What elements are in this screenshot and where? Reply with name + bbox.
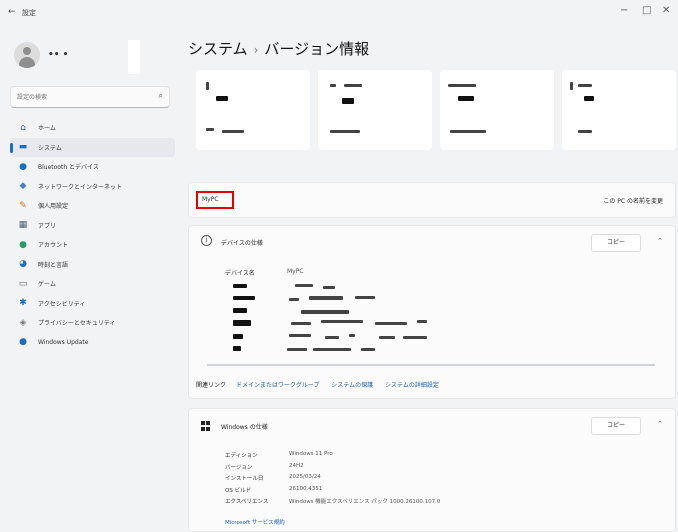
user-profile[interactable]: •• • bbox=[14, 40, 144, 80]
summary-tile-storage bbox=[562, 70, 676, 150]
summary-tile-processor bbox=[318, 70, 432, 150]
windows-logo-icon bbox=[201, 421, 211, 431]
copy-device-specs-button[interactable]: コピー bbox=[591, 234, 641, 252]
sidebar-item-7[interactable]: ◕ 時刻と言語 bbox=[10, 255, 175, 275]
spec-row: エディション Windows 11 Pro bbox=[225, 451, 440, 463]
sidebar-item-label: 時刻と言語 bbox=[38, 261, 69, 269]
shield-icon: ◈ bbox=[19, 317, 27, 328]
title-bar: ← 設定 − □ ✕ bbox=[0, 0, 678, 26]
windows-specs-title: Windows の仕様 bbox=[221, 424, 268, 431]
sidebar-nav: ⌂ ホーム ▬ システム ● Bluetooth とデバイス ◆ ネットワークとインターネット… bbox=[10, 118, 175, 352]
sidebar-item-4[interactable]: ✎ 個人用設定 bbox=[10, 196, 175, 216]
pen-icon: ✎ bbox=[19, 200, 27, 211]
link-advanced-system-settings[interactable]: システムの詳細設定 bbox=[385, 382, 439, 389]
sidebar-item-8[interactable]: ▭ ゲーム bbox=[10, 274, 175, 294]
windows-update-icon: ● bbox=[19, 337, 27, 348]
rename-pc-button[interactable]: この PC の名前を変更 bbox=[603, 196, 663, 205]
spec-row: OS ビルド 26100.4351 bbox=[225, 486, 440, 498]
home-icon: ⌂ bbox=[20, 122, 26, 133]
device-name-value: MyPC bbox=[287, 268, 304, 275]
wifi-icon: ◆ bbox=[19, 181, 27, 192]
sidebar-item-11[interactable]: ● Windows Update bbox=[10, 333, 175, 353]
sidebar-item-label: ホーム bbox=[38, 125, 56, 133]
sidebar-item-label: 個人用設定 bbox=[38, 203, 69, 211]
maximize-button[interactable]: □ bbox=[642, 5, 651, 16]
sidebar-item-label: アカウント bbox=[38, 242, 69, 250]
back-arrow-icon[interactable]: ← bbox=[8, 7, 16, 17]
sidebar-item-9[interactable]: ✱ アクセシビリティ bbox=[10, 294, 175, 314]
spec-value: 26100.4351 bbox=[289, 485, 323, 492]
copy-windows-specs-button[interactable]: コピー bbox=[591, 417, 641, 435]
spec-key: OS ビルド bbox=[225, 487, 252, 494]
spec-key: エクスペリエンス bbox=[225, 499, 269, 505]
related-links: 関連リンク ドメインまたはワークグループ システムの保護 システムの詳細設定 bbox=[196, 380, 449, 389]
sidebar-item-label: ゲーム bbox=[38, 281, 56, 289]
chevron-up-icon[interactable]: ⌃ bbox=[657, 420, 663, 428]
sidebar-item-label: アクセシビリティ bbox=[38, 300, 86, 308]
search-icon[interactable]: ⌕ bbox=[159, 91, 163, 101]
spec-row: インストール日 2025/03/24 bbox=[225, 474, 440, 486]
account-icon: ● bbox=[19, 239, 27, 250]
windows-spec-rows: エディション Windows 11 Pro バージョン 24H2 インストール日 2025… bbox=[225, 451, 440, 509]
device-name-highlight: MyPC bbox=[196, 191, 234, 209]
spec-row: エクスペリエンス Windows 機能エクスペリエンス パック 1000.2610… bbox=[225, 497, 440, 509]
sidebar-item-label: システム bbox=[38, 144, 62, 152]
sidebar-item-0[interactable]: ⌂ ホーム bbox=[10, 118, 175, 138]
spec-key: バージョン bbox=[225, 464, 253, 471]
page-title: システム › バージョン情報 bbox=[188, 38, 369, 59]
summary-tile-memory bbox=[440, 70, 554, 150]
sidebar-item-label: Windows Update bbox=[38, 338, 89, 346]
sidebar-item-10[interactable]: ◈ プライバシーとセキュリティ bbox=[10, 313, 175, 333]
related-links-label: 関連リンク bbox=[196, 382, 227, 389]
spec-key: インストール日 bbox=[225, 476, 264, 482]
minimize-button[interactable]: − bbox=[620, 5, 628, 16]
microsoft-services-link[interactable]: Microsoft サービス規約 bbox=[225, 518, 285, 526]
breadcrumb-system[interactable]: システム bbox=[188, 40, 248, 58]
accessibility-icon: ✱ bbox=[19, 298, 27, 309]
spec-row: バージョン 24H2 bbox=[225, 463, 440, 475]
spec-value: 2025/03/24 bbox=[289, 474, 321, 480]
spec-key: エディション bbox=[225, 453, 258, 459]
gamepad-icon: ▭ bbox=[18, 278, 28, 289]
sidebar-item-label: ネットワークとインターネット bbox=[38, 183, 123, 191]
sidebar-item-1[interactable]: ▬ システム bbox=[10, 137, 175, 157]
user-name: •• • bbox=[48, 50, 69, 60]
breadcrumb-current: バージョン情報 bbox=[264, 40, 370, 58]
redaction-block bbox=[128, 40, 140, 74]
sidebar-item-label: アプリ bbox=[38, 222, 57, 230]
bluetooth-icon: ● bbox=[19, 161, 27, 172]
windows-specs-card: Windows の仕様 コピー ⌃ エディション Windows 11 Pro バー… bbox=[188, 408, 676, 532]
link-domain-workgroup[interactable]: ドメインまたはワークグループ bbox=[236, 382, 319, 389]
summary-tile-device bbox=[196, 70, 310, 150]
spec-value: Windows 機能エクスペリエンス パック 1000.26100.107.0 bbox=[289, 499, 441, 505]
app-title: 設定 bbox=[22, 9, 36, 17]
info-icon: i bbox=[201, 235, 212, 246]
device-name-label: デバイス名 bbox=[225, 270, 255, 277]
sidebar-item-3[interactable]: ◆ ネットワークとインターネット bbox=[10, 177, 175, 197]
link-system-protection[interactable]: システムの保護 bbox=[331, 382, 373, 389]
device-specs-header[interactable]: i デバイスの仕様 コピー ⌃ bbox=[189, 226, 675, 258]
sidebar-item-label: Bluetooth とデバイス bbox=[38, 164, 99, 172]
device-name-card: MyPC この PC の名前を変更 bbox=[188, 182, 676, 218]
search-input[interactable] bbox=[17, 92, 147, 103]
sidebar-item-2[interactable]: ● Bluetooth とデバイス bbox=[10, 157, 175, 177]
spec-value: Windows 11 Pro bbox=[289, 451, 333, 457]
sidebar-item-6[interactable]: ● アカウント bbox=[10, 235, 175, 255]
sidebar-item-5[interactable]: ▦ アプリ bbox=[10, 216, 175, 236]
monitor-icon: ▬ bbox=[18, 142, 28, 153]
breadcrumb-separator: › bbox=[253, 43, 259, 57]
device-specs-card: i デバイスの仕様 コピー ⌃ デバイス名 MyPC bbox=[188, 225, 676, 399]
apps-icon: ▦ bbox=[18, 220, 28, 231]
close-button[interactable]: ✕ bbox=[662, 5, 670, 16]
chevron-up-icon[interactable]: ⌃ bbox=[657, 237, 663, 245]
settings-search-box[interactable]: ⌕ bbox=[10, 86, 170, 108]
sidebar-item-label: プライバシーとセキュリティ bbox=[38, 320, 116, 328]
device-specs-title: デバイスの仕様 bbox=[221, 240, 263, 247]
avatar-icon bbox=[14, 42, 40, 68]
globe-clock-icon: ◕ bbox=[19, 259, 27, 270]
spec-value: 24H2 bbox=[289, 462, 304, 469]
